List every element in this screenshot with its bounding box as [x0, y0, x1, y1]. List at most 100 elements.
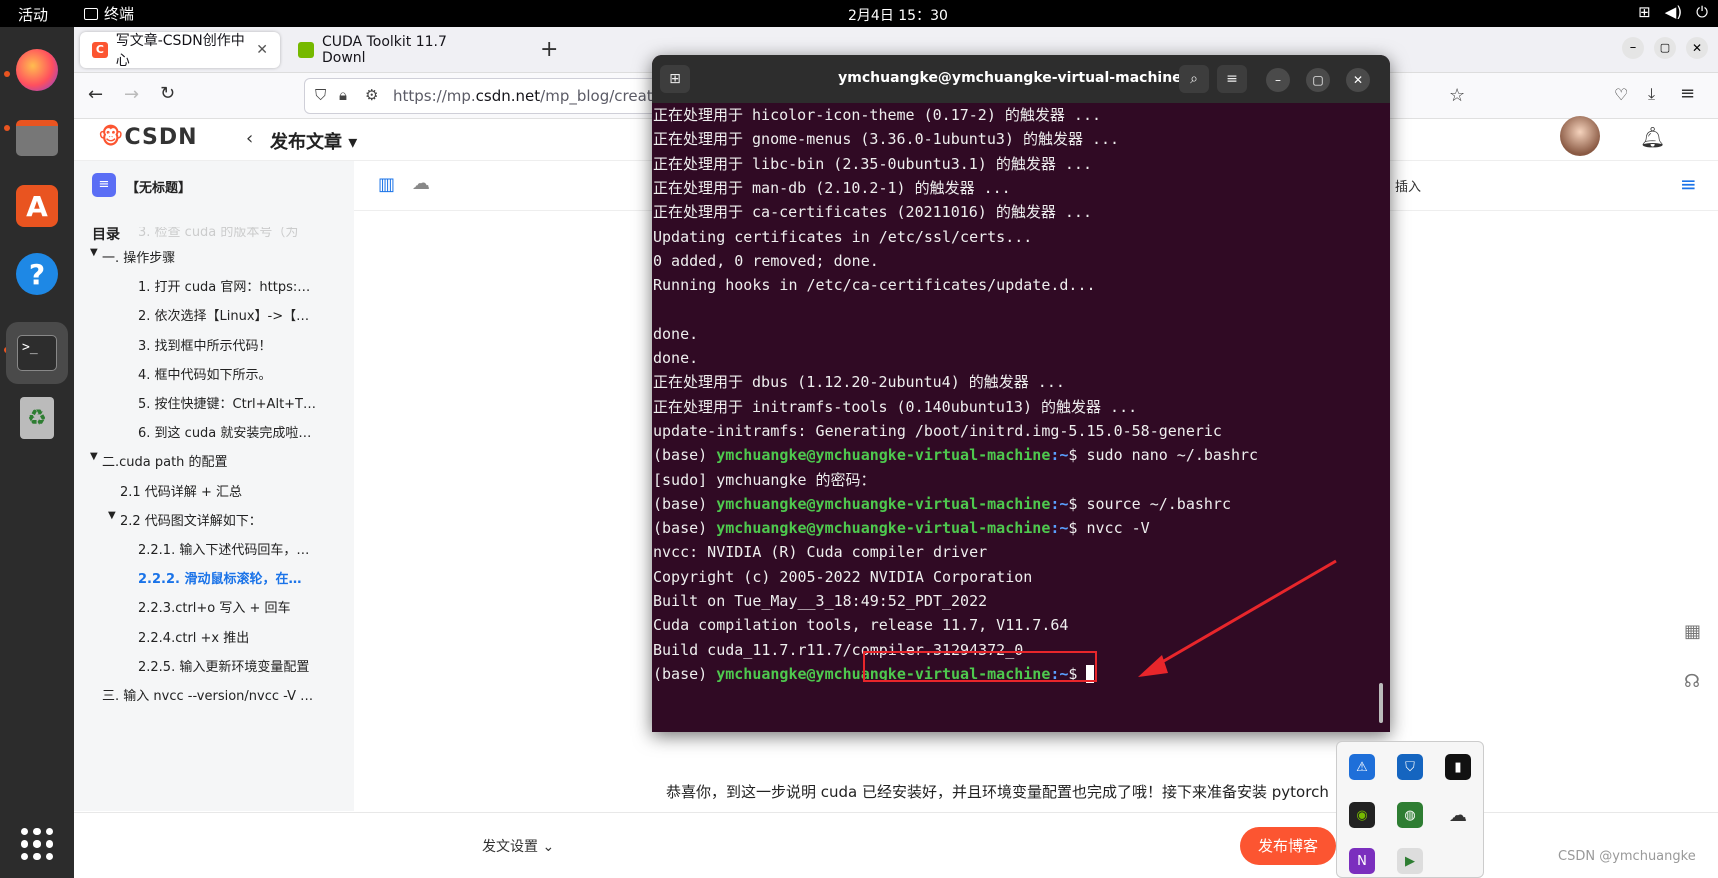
bookmark-star-icon[interactable]: ☆: [1449, 85, 1465, 106]
terminal-output-line: [sudo] ymchuangke 的密码：: [653, 470, 876, 489]
network-globe-icon[interactable]: ◍: [1397, 802, 1423, 828]
maximize-icon[interactable]: ▢: [1306, 68, 1330, 92]
nvidia-favicon-icon: [298, 42, 314, 58]
bell-icon[interactable]: 🔔︎: [1640, 125, 1665, 149]
network-icon: ⊞: [1638, 3, 1651, 21]
sidebar-toggle-icon[interactable]: ▥: [378, 174, 395, 195]
onenote-icon[interactable]: N: [1349, 848, 1375, 874]
publish-title[interactable]: 发布文章 ▾: [270, 128, 357, 154]
terminal-output-line: done.: [653, 324, 699, 343]
back-chevron-icon[interactable]: ‹: [246, 128, 253, 149]
window-close-icon[interactable]: ✕: [1686, 37, 1708, 59]
terminal-window[interactable]: ⊞ ymchuangke@ymchuangke-virtual-machine:…: [652, 55, 1390, 732]
search-icon[interactable]: ⌕: [1179, 65, 1209, 93]
terminal-output-line: update-initramfs: Generating /boot/initr…: [653, 421, 1222, 440]
toc-item[interactable]: 2.2.4.ctrl +x 推出: [138, 627, 249, 646]
scrollbar[interactable]: [1379, 683, 1383, 723]
cloud-save-icon[interactable]: ☁: [412, 173, 430, 194]
bookmark-app-icon[interactable]: ▮: [1445, 754, 1471, 780]
toc-item[interactable]: 2.2.1. 输入下述代码回车，…: [138, 539, 309, 558]
tab-cuda-toolkit[interactable]: CUDA Toolkit 11.7 Downl: [286, 32, 486, 68]
reload-icon[interactable]: ↻: [160, 83, 175, 104]
toc-item[interactable]: 1. 打开 cuda 官网：https:…: [138, 276, 310, 295]
cloud-icon[interactable]: ☁: [1445, 802, 1471, 828]
toc-item[interactable]: 2.2.5. 输入更新环境变量配置: [138, 656, 309, 675]
clock[interactable]: 2月4日 15：30: [848, 5, 948, 25]
minimize-icon[interactable]: –: [1266, 68, 1290, 92]
toc-item[interactable]: 2. 依次选择【Linux】->【…: [138, 305, 309, 324]
toc-list: 3. 检查 cuda 的版本号（为 ▼ 一. 操作步骤 1. 打开 cuda 官网：h…: [74, 161, 354, 811]
tab-csdn[interactable]: C 写文章-CSDN创作中心 ✕: [80, 32, 280, 69]
terminal-dock-icon[interactable]: >_: [6, 322, 68, 384]
gnome-top-bar: 活动 终端 2月4日 15：30 ⊞ ◀) ⏻: [0, 0, 1718, 27]
terminal-output-line: 正在处理用于 dbus (1.12.20-2ubuntu4) 的触发器 ...: [653, 373, 1065, 392]
forward-icon[interactable]: →: [124, 84, 139, 105]
tray-popup: ⚠ ⛉ ▮ ◉ ◍ ☁ N ▶: [1336, 741, 1484, 878]
publish-blog-button[interactable]: 发布博客: [1240, 827, 1336, 865]
publish-settings[interactable]: 发文设置 ⌄: [482, 836, 554, 856]
toc-item[interactable]: 三. 输入 nvcc --version/nvcc -V …: [102, 685, 313, 704]
terminal-app-icon: [84, 7, 98, 20]
system-menu[interactable]: ⊞ ◀) ⏻: [1638, 3, 1708, 21]
toc-item[interactable]: 2.2.3.ctrl+o 写入 + 回车: [138, 597, 291, 616]
app-menu[interactable]: 终端: [84, 3, 134, 24]
shield-warning-icon[interactable]: ⚠: [1349, 754, 1375, 780]
downloads-icon[interactable]: ⤓: [1648, 84, 1655, 104]
toc-collapse-icon[interactable]: ▼: [108, 510, 116, 521]
menu-icon[interactable]: ≡: [1680, 83, 1695, 104]
avatar[interactable]: [1560, 116, 1600, 156]
lock-icon: 🔒︎: [339, 86, 347, 104]
qrcode-icon[interactable]: ▦: [1684, 621, 1701, 642]
terminal-output-line: 正在处理用于 initramfs-tools (0.140ubuntu13) 的…: [653, 397, 1138, 416]
app-name: 终端: [104, 5, 135, 23]
terminal-output-line: Built on Tue_May__3_18:49:52_PDT_2022: [653, 592, 988, 610]
toc-item[interactable]: 6. 到这 cuda 就安装完成啦…: [138, 422, 311, 441]
activities-button[interactable]: 活动: [18, 4, 48, 25]
toc-item[interactable]: 二.cuda path 的配置: [102, 451, 228, 470]
software-center-icon[interactable]: A: [10, 179, 64, 233]
firefox-icon[interactable]: [10, 43, 64, 97]
help-icon[interactable]: ?: [10, 247, 64, 301]
files-icon[interactable]: [10, 111, 64, 165]
toc-item[interactable]: 一. 操作步骤: [102, 247, 175, 266]
nvidia-icon[interactable]: ◉: [1349, 802, 1375, 828]
power-icon: ⏻: [1696, 3, 1708, 21]
headset-icon[interactable]: ☊: [1684, 671, 1700, 692]
close-icon[interactable]: ✕: [1346, 68, 1370, 92]
terminal-output-line: Cuda compilation tools, release 11.7, V1…: [653, 616, 1069, 635]
terminal-output-line: 正在处理用于 hicolor-icon-theme (0.17-2) 的触发器 …: [653, 106, 1102, 124]
toc-collapse-icon[interactable]: ▼: [90, 451, 98, 462]
show-apps-icon[interactable]: [10, 817, 64, 871]
hamburger-menu-icon[interactable]: ≡: [1217, 65, 1247, 93]
new-tab-icon[interactable]: +: [540, 37, 558, 62]
body-paragraph[interactable]: 恭喜你，到这一步说明 cuda 已经安装好，并且环境变量配置也完成了哦！接下来准…: [354, 781, 1718, 811]
csdn-logo[interactable]: 🐵︎CSDN: [98, 125, 198, 150]
toc-item[interactable]: 5. 按住快捷键：Ctrl+Alt+T…: [138, 393, 316, 412]
minimize-icon[interactable]: –: [1622, 37, 1644, 59]
toc-item[interactable]: 3. 检查 cuda 的版本号（为: [138, 227, 298, 240]
maximize-icon[interactable]: ▢: [1654, 37, 1676, 59]
terminal-output-line: 正在处理用于 man-db (2.10.2-1) 的触发器 ...: [653, 178, 1011, 197]
terminal-output-line: 正在处理用于 libc-bin (2.35-0ubuntu3.1) 的触发器 .…: [653, 154, 1092, 173]
terminal-output-line: done.: [653, 349, 699, 367]
media-icon[interactable]: ▶: [1397, 848, 1423, 874]
tab-title: CUDA Toolkit 11.7 Downl: [322, 34, 447, 66]
toc-item[interactable]: 2.2 代码图文详解如下：: [120, 510, 262, 529]
watermark: CSDN @ymchuangke: [1558, 849, 1696, 864]
trash-icon[interactable]: ♻: [10, 391, 64, 445]
back-icon[interactable]: ←: [88, 84, 103, 105]
toc-collapse-icon[interactable]: ▼: [90, 247, 98, 258]
terminal-prompt-line: (base) ymchuangke@ymchuangke-virtual-mac…: [653, 519, 1150, 538]
terminal-output-line: Updating certificates in /etc/ssl/certs.…: [653, 227, 1033, 246]
security-shield-icon[interactable]: ⛉: [1397, 754, 1423, 780]
toc-item[interactable]: 3. 找到框中所示代码！: [138, 335, 272, 354]
pocket-icon[interactable]: ♡: [1614, 85, 1628, 104]
toc-item[interactable]: 4. 框中代码如下所示。: [138, 364, 272, 383]
dock: A ? >_ ♻: [0, 27, 74, 878]
outline-menu-icon[interactable]: ≡: [1680, 172, 1697, 196]
csdn-favicon-icon: C: [92, 42, 108, 58]
tab-close-icon[interactable]: ✕: [256, 42, 268, 58]
toc-item[interactable]: 2.1 代码详解 + 汇总: [120, 481, 242, 500]
toc-item[interactable]: 2.2.2. 滑动鼠标滚轮，在…: [138, 568, 301, 587]
terminal-prompt-line: (base) ymchuangke@ymchuangke-virtual-mac…: [653, 446, 1259, 465]
